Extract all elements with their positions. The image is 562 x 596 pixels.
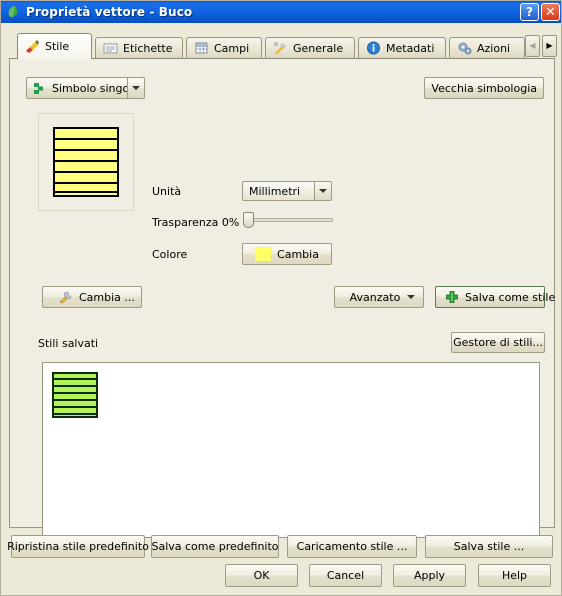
- gears-icon: [457, 41, 472, 55]
- tab-azioni[interactable]: Azioni: [449, 37, 525, 58]
- symbol-preview-frame: [38, 113, 134, 211]
- title-bar: Proprietà vettore - Buco ? ✕: [1, 1, 561, 23]
- apply-button[interactable]: Apply: [393, 564, 466, 587]
- color-label: Colore: [152, 248, 188, 261]
- save-style-button[interactable]: Salva stile ...: [425, 535, 553, 558]
- symbol-preview-swatch: [53, 127, 119, 197]
- title-bar-buttons: ? ✕: [520, 3, 560, 21]
- slider-track: [248, 218, 333, 222]
- close-icon[interactable]: ✕: [541, 3, 560, 21]
- save-style-label: Salva stile ...: [453, 540, 525, 553]
- paintbrush-icon: [25, 39, 40, 54]
- style-tab-panel: Simbolo singolo Vecchia simbologia Unità…: [9, 58, 555, 538]
- tab-label: Stile: [45, 40, 70, 53]
- color-change-label: Cambia: [277, 247, 319, 261]
- bottom-button-row-dialog: OK Cancel Apply Help: [1, 564, 561, 588]
- labels-icon: [103, 41, 118, 55]
- renderer-selector[interactable]: Simbolo singolo: [26, 77, 145, 99]
- apply-label: Apply: [413, 569, 446, 582]
- tab-scroll-next-button[interactable]: ▶: [542, 35, 557, 57]
- units-select[interactable]: Millimetri: [242, 181, 332, 201]
- style-manager-button[interactable]: Gestore di stili...: [451, 332, 545, 353]
- change-symbol-label: Cambia ...: [79, 290, 135, 304]
- color-swatch: [255, 247, 272, 261]
- cancel-label: Cancel: [326, 569, 365, 582]
- tab-bar: Stile Etichette Campi Generale Metadati …: [9, 33, 557, 59]
- green-plus-icon: [445, 290, 459, 304]
- saved-styles-label: Stili salvati: [38, 337, 99, 350]
- chevron-down-icon: [407, 295, 415, 299]
- info-icon: [366, 41, 381, 55]
- old-symbology-button[interactable]: Vecchia simbologia: [424, 77, 544, 99]
- save-as-default-button[interactable]: Salva come predefinito: [151, 535, 279, 558]
- help-button[interactable]: ?: [520, 3, 539, 21]
- single-symbol-icon: [33, 82, 46, 95]
- color-change-button[interactable]: Cambia: [242, 243, 332, 265]
- transparency-label: Trasparenza 0%: [152, 216, 240, 229]
- tab-campi[interactable]: Campi: [186, 37, 262, 58]
- list-item[interactable]: [52, 372, 98, 418]
- tab-generale[interactable]: Generale: [265, 37, 355, 58]
- save-as-default-label: Salva come predefinito: [151, 540, 279, 553]
- help-label: Help: [501, 569, 528, 582]
- tab-label: Campi: [214, 41, 250, 55]
- help-dialog-button[interactable]: Help: [478, 564, 551, 587]
- units-dropdown-arrow[interactable]: [314, 181, 332, 201]
- window-title: Proprietà vettore - Buco: [26, 5, 193, 19]
- tab-label: Metadati: [386, 41, 435, 55]
- qgis-leaf-icon: [5, 4, 21, 20]
- renderer-selector-label: Simbolo singolo: [52, 81, 140, 95]
- tab-metadati[interactable]: Metadati: [358, 37, 446, 58]
- tab-scroll-prev-button[interactable]: ◀: [525, 35, 540, 57]
- renderer-selector-dropdown[interactable]: [127, 77, 145, 99]
- chevron-down-icon: [132, 86, 140, 90]
- change-symbol-button[interactable]: Cambia ...: [42, 286, 142, 308]
- tab-label: Azioni: [477, 41, 511, 55]
- load-style-label: Caricamento stile ...: [296, 540, 408, 553]
- save-as-style-button[interactable]: Salva come stile: [435, 286, 555, 308]
- ok-button[interactable]: OK: [225, 564, 298, 587]
- table-icon: [194, 41, 209, 55]
- saved-styles-list[interactable]: [42, 362, 540, 538]
- tab-stile[interactable]: Stile: [17, 33, 92, 59]
- cancel-button[interactable]: Cancel: [309, 564, 382, 587]
- units-value: Millimetri: [242, 181, 314, 201]
- load-style-button[interactable]: Caricamento stile ...: [287, 535, 417, 558]
- units-label: Unità: [152, 185, 182, 198]
- ok-label: OK: [253, 569, 270, 582]
- tab-etichette[interactable]: Etichette: [95, 37, 183, 58]
- restore-default-style-label: Ripristina stile predefinito: [7, 540, 149, 553]
- old-symbology-label: Vecchia simbologia: [431, 81, 537, 95]
- advanced-label: Avanzato: [349, 290, 401, 304]
- tab-label: Etichette: [123, 41, 173, 55]
- chevron-down-icon: [319, 189, 327, 193]
- save-as-style-label: Salva come stile: [465, 290, 556, 304]
- tools-icon: [273, 41, 288, 55]
- renderer-selector-main[interactable]: Simbolo singolo: [26, 77, 139, 99]
- slider-handle[interactable]: [243, 212, 254, 228]
- tab-label: Generale: [293, 41, 344, 55]
- style-manager-label: Gestore di stili...: [453, 336, 543, 349]
- transparency-slider[interactable]: [243, 212, 333, 228]
- vector-properties-dialog: Proprietà vettore - Buco ? ✕ Stile Etich…: [0, 0, 562, 596]
- wrench-icon: [58, 291, 72, 304]
- chevron-left-icon: ◀: [529, 41, 536, 50]
- bottom-button-row-primary: Ripristina stile predefinito Salva come …: [1, 535, 561, 559]
- chevron-right-icon: ▶: [546, 41, 553, 50]
- restore-default-style-button[interactable]: Ripristina stile predefinito: [7, 535, 149, 558]
- advanced-button[interactable]: Avanzato: [334, 286, 424, 308]
